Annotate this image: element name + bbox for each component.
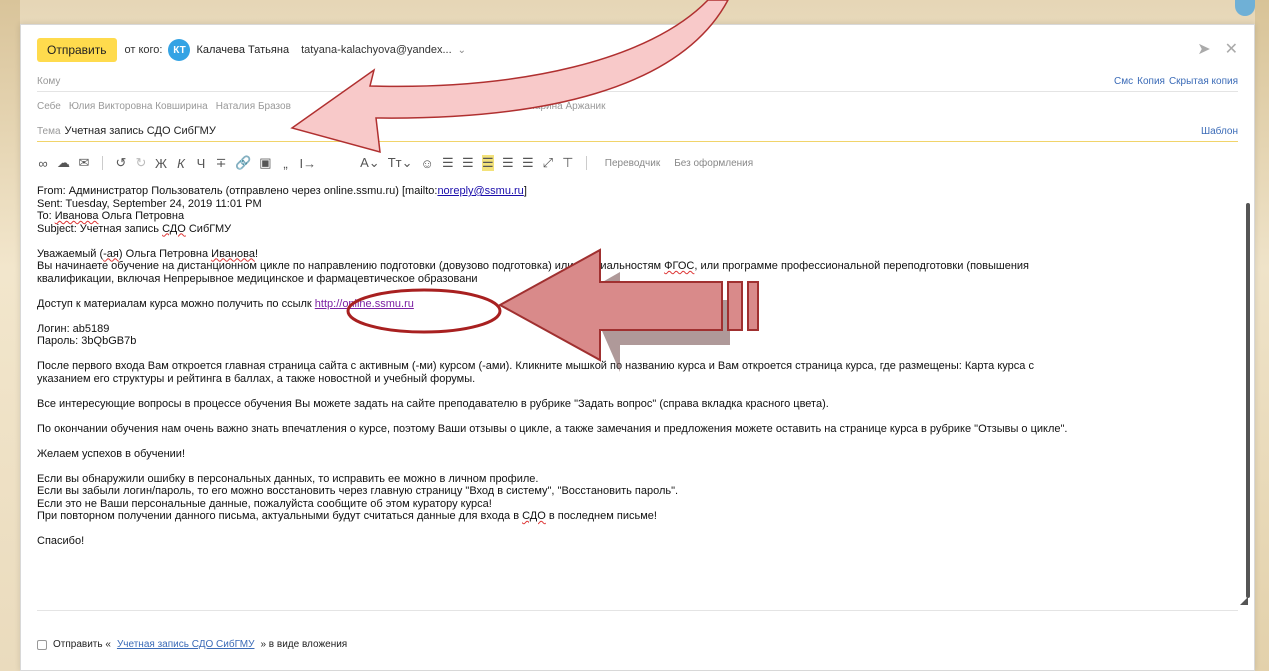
header-block: From: Администратор Пользователь (отправ…: [37, 185, 527, 235]
bottom-divider: [37, 610, 1238, 611]
bcc-link[interactable]: Скрытая копия: [1169, 76, 1238, 87]
mail-icon[interactable]: ✉: [78, 155, 90, 171]
bullet-list-icon[interactable]: ☰: [442, 155, 454, 171]
numbered-list-icon[interactable]: ☰: [462, 155, 474, 171]
cloud-icon[interactable]: ☁: [57, 155, 70, 171]
color-icon[interactable]: A⌄: [360, 155, 380, 171]
password-text: Пароль: 3bQbGB7b: [37, 335, 137, 347]
subject-label: Тема: [37, 125, 61, 137]
fullscreen-icon[interactable]: ⤢: [542, 155, 554, 171]
attach-icon[interactable]: ∞: [37, 156, 49, 171]
strike-icon[interactable]: ∓: [215, 155, 227, 171]
contact-item[interactable]: Марина Аржаник: [526, 101, 605, 112]
typography-icon[interactable]: ⊤: [562, 155, 574, 171]
access-block: Доступ к материалам курса можно получить…: [37, 297, 414, 310]
attach-as-file-row: Отправить «Учетная запись СДО СибГМУ» в …: [37, 639, 347, 650]
contact-item[interactable]: алых: [495, 101, 519, 112]
cc-link[interactable]: Копия: [1137, 76, 1165, 87]
attach-checkbox[interactable]: [37, 639, 47, 650]
italic-icon[interactable]: К: [175, 156, 187, 171]
contact-item[interactable]: Юлия Викторовна Ковширина: [69, 101, 208, 112]
credentials-block: Логин: ab5189 Пароль: 3bQbGB7b: [37, 323, 1227, 348]
contact-self[interactable]: Себе: [37, 101, 61, 112]
image-icon[interactable]: ▣: [259, 155, 271, 171]
window-controls: ➤ ✕: [1197, 39, 1238, 59]
noreply-link[interactable]: noreply@ssmu.ru: [437, 185, 523, 197]
pin-icon[interactable]: ➤: [1197, 39, 1210, 59]
bold-icon[interactable]: Ж: [155, 156, 167, 171]
from-label: от кого:: [124, 44, 163, 56]
undo-icon[interactable]: ↺: [115, 155, 127, 171]
underline-icon[interactable]: Ч: [195, 156, 207, 171]
sms-link[interactable]: Смс: [1114, 76, 1133, 87]
template-link[interactable]: Шаблон: [1201, 126, 1238, 137]
align-right-icon[interactable]: ☰: [522, 155, 534, 171]
from-email[interactable]: tatyana-kalachyova@yandex...: [301, 44, 452, 56]
login-text: Логин: ab5189: [37, 322, 110, 335]
resize-handle-icon[interactable]: [1240, 597, 1248, 605]
link-icon[interactable]: 🔗: [235, 155, 251, 171]
contact-item[interactable]: Наталия Бразов: [216, 101, 291, 112]
errors-block: Если вы обнаружили ошибку в персональных…: [37, 472, 679, 523]
send-button[interactable]: Отправить: [37, 38, 117, 62]
compose-window: Отправить от кого: КТ Калачева Татьяна t…: [20, 24, 1255, 671]
to-row[interactable]: Кому Смс Копия Скрытая копия: [37, 73, 1238, 89]
to-label: Кому: [37, 75, 61, 87]
emoji-icon[interactable]: ☺: [421, 156, 434, 171]
from-row: Отправить от кого: КТ Калачева Татьяна t…: [37, 37, 1238, 63]
toolbar-separator: [102, 156, 103, 170]
suggested-contacts: Себе Юлия Викторовна Ковширина Наталия Б…: [37, 98, 1238, 114]
toolbar-separator: [585, 156, 587, 170]
plain-text-button[interactable]: Без оформления: [674, 158, 753, 169]
font-size-icon[interactable]: Tт⌄: [388, 155, 413, 171]
align-center-icon[interactable]: ☰: [502, 155, 514, 171]
from-name[interactable]: Калачева Татьяна: [196, 44, 289, 56]
background-left: [0, 0, 20, 671]
avatar: КТ: [168, 39, 191, 61]
after-login-block: После первого входа Вам откроется главна…: [37, 360, 1034, 385]
redo-icon[interactable]: ↻: [135, 155, 147, 171]
body-scrollbar[interactable]: [1246, 203, 1250, 598]
clear-format-icon[interactable]: I→: [300, 156, 317, 171]
subject-divider: [37, 141, 1238, 142]
close-icon[interactable]: ✕: [1225, 39, 1238, 59]
format-toolbar: ∞ ☁ ✉ ↺ ↻ Ж К Ч ∓ 🔗 ▣ „ I→ A⌄ Tт⌄ ☺ ☰ ☰ …: [37, 153, 1238, 173]
chevron-down-icon[interactable]: ⌄: [458, 45, 466, 56]
quote-icon[interactable]: „: [280, 156, 292, 171]
course-link[interactable]: http://online.ssmu.ru: [315, 298, 414, 310]
subject-input[interactable]: Учетная запись СДО СибГМУ: [65, 125, 216, 137]
to-divider: [37, 91, 1238, 92]
subject-row[interactable]: Тема Учетная запись СДО СибГМУ Шаблон: [37, 123, 1238, 139]
message-body[interactable]: From: Администратор Пользователь (отправ…: [37, 185, 1227, 560]
notification-dot: [1235, 0, 1255, 16]
align-left-icon[interactable]: ☰: [481, 155, 494, 171]
attach-subject-link[interactable]: Учетная запись СДО СибГМУ: [117, 639, 255, 650]
wishes-block: Желаем успехов в обучении!: [37, 447, 185, 460]
cc-links: Смс Копия Скрытая копия: [1114, 76, 1238, 87]
background-right: [1255, 0, 1269, 671]
thanks-block: Спасибо!: [37, 535, 85, 547]
greeting-block: Уважаемый (-ая) Ольга Петровна Иванова! …: [37, 247, 1030, 285]
translator-button[interactable]: Переводчик: [605, 158, 660, 169]
questions-block: Все интересующие вопросы в процессе обуч…: [37, 397, 829, 410]
feedback-block: По окончании обучения нам очень важно зн…: [37, 422, 1068, 435]
